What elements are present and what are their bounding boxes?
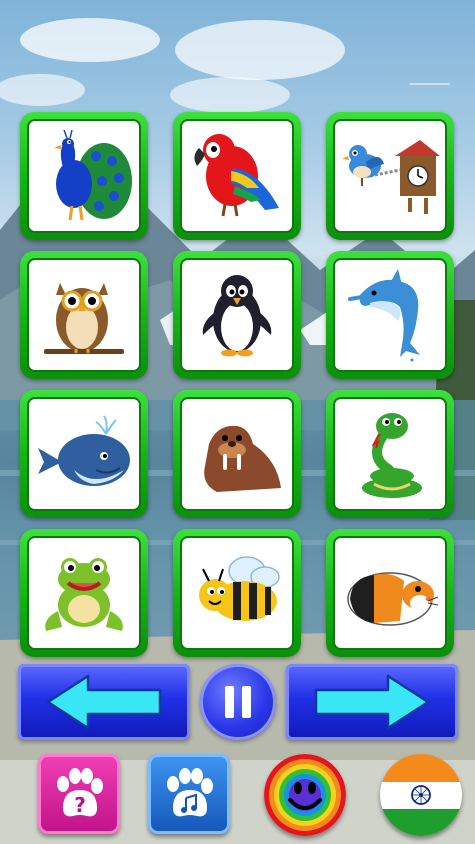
tile-inner [27, 397, 141, 511]
tile-inner [333, 536, 447, 650]
dolphin-icon [348, 269, 420, 362]
animal-grid [20, 112, 454, 657]
tile-inner [333, 258, 447, 372]
next-button[interactable] [286, 664, 458, 740]
sound-button[interactable] [148, 754, 230, 834]
peacock-icon [54, 129, 132, 221]
tile-inner [333, 397, 447, 511]
tile-inner [333, 119, 447, 233]
paw-music-icon [167, 768, 213, 817]
animal-tile-cuckoo[interactable] [326, 112, 454, 240]
guinea-pig-icon [347, 572, 439, 626]
pause-icon [225, 686, 251, 718]
tile-inner [180, 397, 294, 511]
frog-icon [45, 558, 123, 631]
snake-icon [362, 413, 422, 498]
smiley-button[interactable] [264, 754, 346, 836]
animal-tile-guinea-pig[interactable] [326, 529, 454, 657]
rainbow-smiley-icon [264, 754, 346, 836]
india-flag-icon [380, 754, 462, 836]
language-button[interactable] [380, 754, 462, 836]
paw-question-icon: ? [57, 768, 103, 817]
animal-tile-peacock[interactable] [20, 112, 148, 240]
animal-tile-frog[interactable] [20, 529, 148, 657]
tile-inner [180, 258, 294, 372]
animal-tile-snake[interactable] [326, 390, 454, 518]
whale-icon [38, 415, 130, 486]
tile-inner [180, 536, 294, 650]
parrot-icon [194, 134, 279, 217]
animal-tile-parrot[interactable] [173, 112, 301, 240]
owl-icon [44, 283, 124, 354]
pause-button[interactable] [200, 664, 276, 740]
tile-inner [27, 258, 141, 372]
penguin-icon [202, 275, 272, 357]
animal-tile-owl[interactable] [20, 251, 148, 379]
bee-icon [199, 556, 280, 621]
right-arrow-icon [314, 674, 430, 730]
left-arrow-icon [46, 674, 162, 730]
quiz-button[interactable]: ? [38, 754, 120, 834]
cuckoo-icon [342, 140, 440, 214]
svg-text:?: ? [74, 793, 86, 817]
animal-tile-bee[interactable] [173, 529, 301, 657]
tile-inner [180, 119, 294, 233]
previous-button[interactable] [18, 664, 190, 740]
animal-tile-walrus[interactable] [173, 390, 301, 518]
walrus-icon [204, 425, 281, 492]
tile-inner [27, 536, 141, 650]
tile-inner [27, 119, 141, 233]
animal-tile-dolphin[interactable] [326, 251, 454, 379]
animal-tile-whale[interactable] [20, 390, 148, 518]
animal-tile-penguin[interactable] [173, 251, 301, 379]
